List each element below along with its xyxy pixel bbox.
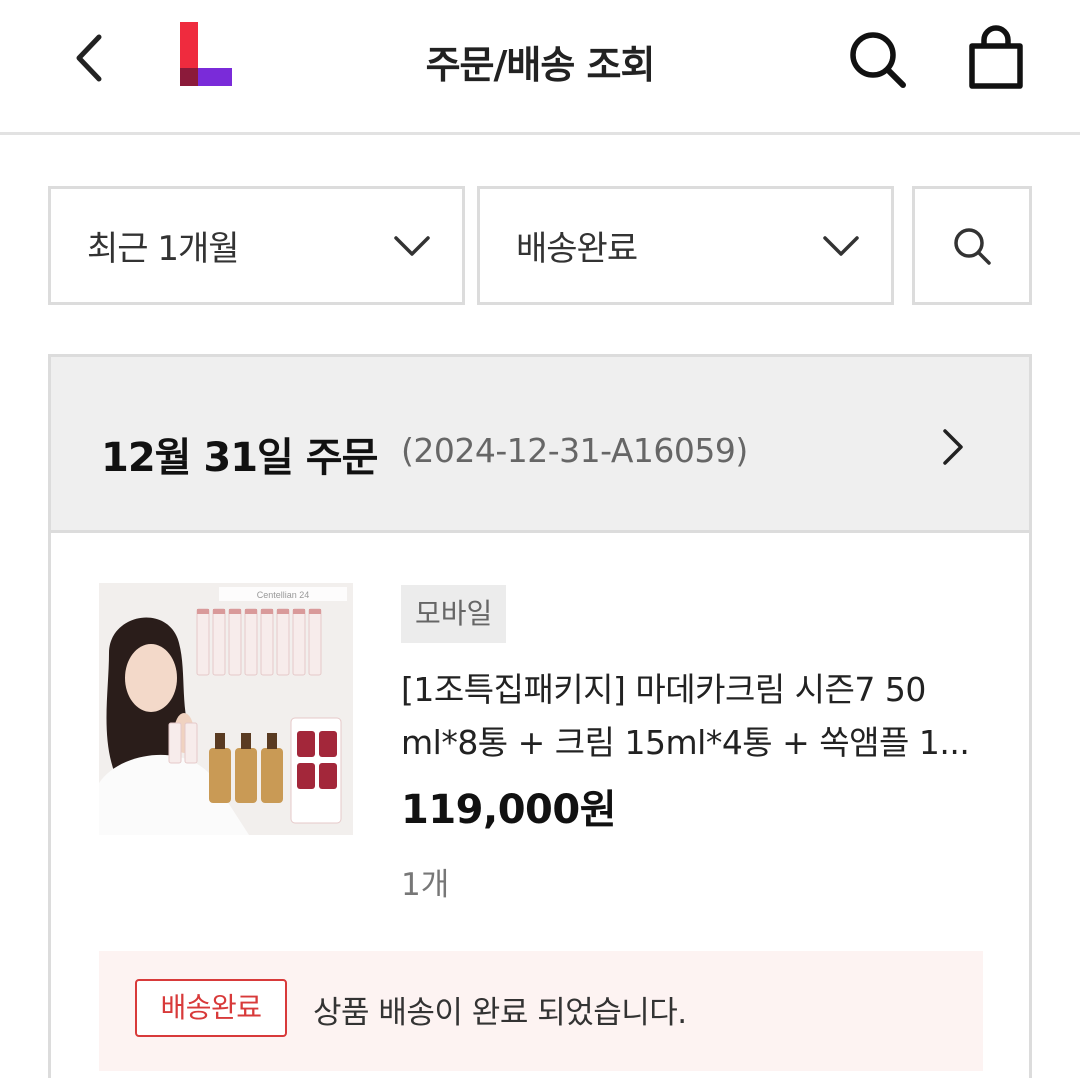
- logo-overlap: [180, 68, 198, 86]
- status-filter-select[interactable]: 배송완료: [477, 186, 894, 305]
- status-badge: 배송완료: [135, 979, 287, 1037]
- cart-button[interactable]: [966, 24, 1026, 90]
- order-header[interactable]: 12월 31일 주문 (2024-12-31-A16059): [51, 357, 1029, 533]
- chevron-down-icon: [823, 235, 859, 256]
- channel-tag: 모바일: [401, 585, 507, 643]
- product-quantity: 1개: [401, 867, 450, 903]
- order-delivery-page: 주문/배송 조회 최근 1개월 배송완료 12월 31일 주문 (2024-12…: [0, 0, 1080, 1078]
- chevron-right-icon: [943, 429, 963, 465]
- search-icon: [850, 32, 906, 88]
- period-filter-value: 최근 1개월: [87, 229, 240, 269]
- chevron-left-icon: [76, 34, 102, 82]
- period-filter-select[interactable]: 최근 1개월: [48, 186, 465, 305]
- delivery-status-box: 배송완료 상품 배송이 완료 되었습니다.: [99, 951, 983, 1071]
- search-icon: [954, 227, 991, 265]
- product-brand-text: Centellian 24: [257, 590, 310, 600]
- shopping-bag-icon: [969, 25, 1023, 89]
- filter-search-button[interactable]: [912, 186, 1032, 305]
- header-search-button[interactable]: [846, 28, 908, 90]
- status-message: 상품 배송이 완료 되었습니다.: [313, 995, 687, 1031]
- l-logo[interactable]: [178, 22, 234, 88]
- order-card: 12월 31일 주문 (2024-12-31-A16059) Centellia…: [48, 354, 1032, 1078]
- product-name[interactable]: [1조특집패키지] 마데카크림 시즌7 50 ml*8통 + 크림 15ml*4…: [401, 663, 991, 769]
- product-image[interactable]: Centellian 24: [99, 583, 353, 835]
- product-price: 119,000원: [401, 787, 617, 833]
- order-date: 12월 31일 주문: [101, 435, 378, 481]
- back-button[interactable]: [60, 28, 116, 88]
- page-title: 주문/배송 조회: [425, 43, 656, 87]
- order-number: (2024-12-31-A16059): [401, 431, 748, 470]
- top-header: 주문/배송 조회: [0, 0, 1080, 135]
- product-photo-illustration: Centellian 24: [99, 583, 353, 835]
- status-filter-value: 배송완료: [516, 229, 638, 269]
- chevron-down-icon: [394, 235, 430, 256]
